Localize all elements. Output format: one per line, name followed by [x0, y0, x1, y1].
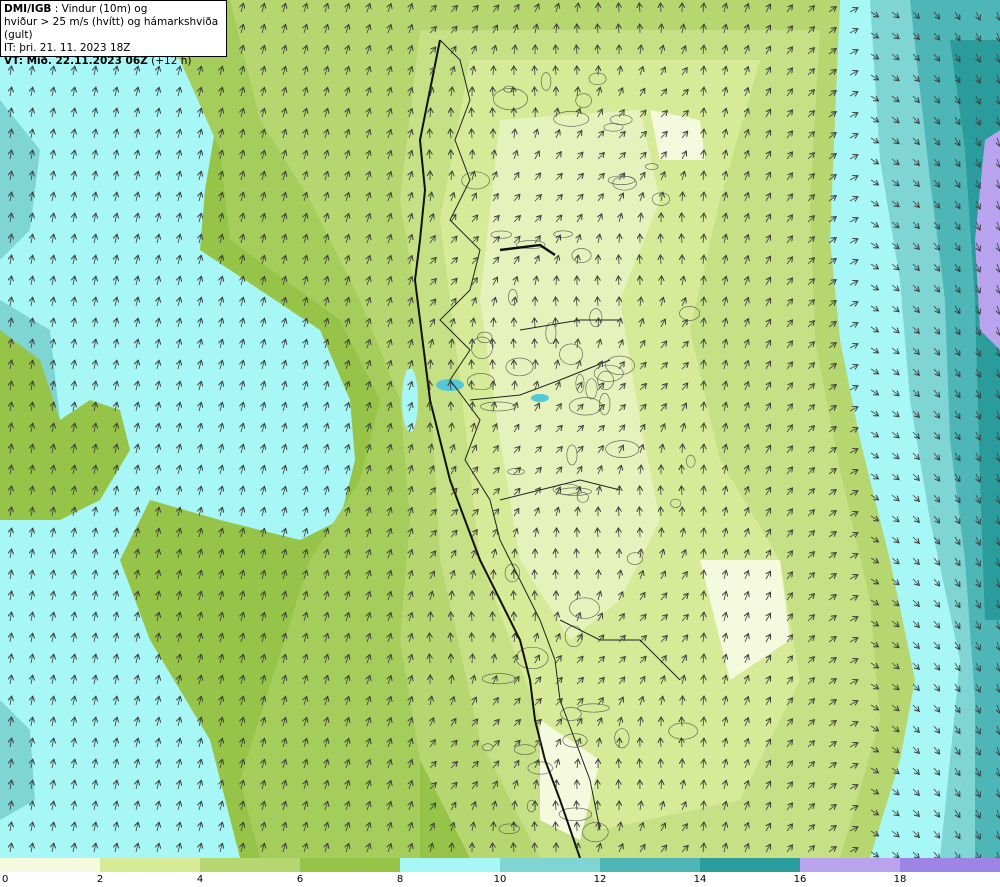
legend-tick-label: 2: [96, 874, 104, 885]
wind-direction-arrow: [535, 843, 536, 853]
legend-swatch-7: [700, 858, 800, 872]
wind-map[interactable]: [0, 0, 1000, 858]
legend-swatch-1: [100, 858, 200, 872]
wind-speed-field: [0, 0, 1000, 858]
wind-map-canvas: [0, 0, 1000, 858]
info-line-2: hviður > 25 m/s (hvítt) og hámarkshviða …: [4, 16, 219, 41]
wind-direction-arrow: [472, 150, 473, 160]
legend-color-bar: [0, 858, 1000, 872]
legend-tick-label: 4: [196, 874, 204, 885]
valid-time-label: VT: Mið. 22.11.2023 06Z: [4, 55, 148, 67]
legend-swatch-2: [200, 858, 300, 872]
legend-swatch-8: [800, 858, 900, 872]
lake-1: [402, 368, 418, 432]
wind-direction-arrow: [493, 339, 494, 349]
legend-tick-label: 0: [2, 874, 9, 885]
legend-swatch-3: [300, 858, 400, 872]
legend-tick-label: 14: [693, 874, 707, 885]
legend-tick-label: 8: [396, 874, 404, 885]
lake-3: [531, 394, 549, 402]
legend-tick-label: 12: [593, 874, 607, 885]
wind-direction-arrow: [535, 591, 536, 601]
wind-direction-arrow: [598, 549, 599, 559]
wind-direction-arrow: [556, 45, 557, 55]
legend-tick-label: 10: [493, 874, 507, 885]
source-label: DMI/IGB: [4, 3, 52, 15]
color-legend: 0 2 4 6 8 10 12 14 16 18: [0, 858, 1000, 887]
map-info-box: DMI/IGB : Vindur (10m) og hviður > 25 m/…: [0, 0, 227, 67]
title-text: : Vindur (10m) og: [51, 3, 148, 15]
wind-direction-arrow: [430, 381, 431, 391]
legend-swatch-5: [500, 858, 600, 872]
wind-direction-arrow: [661, 24, 662, 34]
wind-direction-arrow: [619, 255, 620, 265]
legend-swatch-6: [600, 858, 700, 872]
info-line-1: DMI/IGB : Vindur (10m) og: [4, 3, 223, 16]
wind-direction-arrow: [661, 507, 662, 517]
legend-tick-labels: 0 2 4 6 8 10 12 14 16 18: [0, 873, 1000, 887]
legend-swatch-4: [400, 858, 500, 872]
info-line-4: VT: Mið. 22.11.2023 06Z (+12 h): [4, 55, 223, 68]
wind-direction-arrow: [493, 87, 494, 97]
wind-direction-arrow: [556, 297, 557, 307]
legend-swatch-0: [0, 858, 100, 872]
valid-time-offset: (+12 h): [147, 55, 192, 67]
wind-direction-arrow: [682, 213, 683, 223]
wind-direction-arrow: [598, 66, 599, 76]
legend-tick-label: 16: [793, 874, 807, 885]
info-line-3: IT: þri. 21. 11. 2023 18Z: [4, 42, 131, 54]
wind-direction-arrow: [661, 759, 662, 769]
wind-direction-arrow: [535, 108, 536, 118]
legend-tick-label: 6: [296, 874, 304, 885]
wind-direction-arrow: [472, 633, 473, 643]
wind-direction-arrow: [430, 129, 431, 139]
legend-tick-label: 18: [893, 874, 907, 885]
legend-swatch-9: [900, 858, 1000, 872]
wind-direction-arrow: [598, 801, 599, 811]
wind-direction-arrow: [619, 3, 620, 13]
